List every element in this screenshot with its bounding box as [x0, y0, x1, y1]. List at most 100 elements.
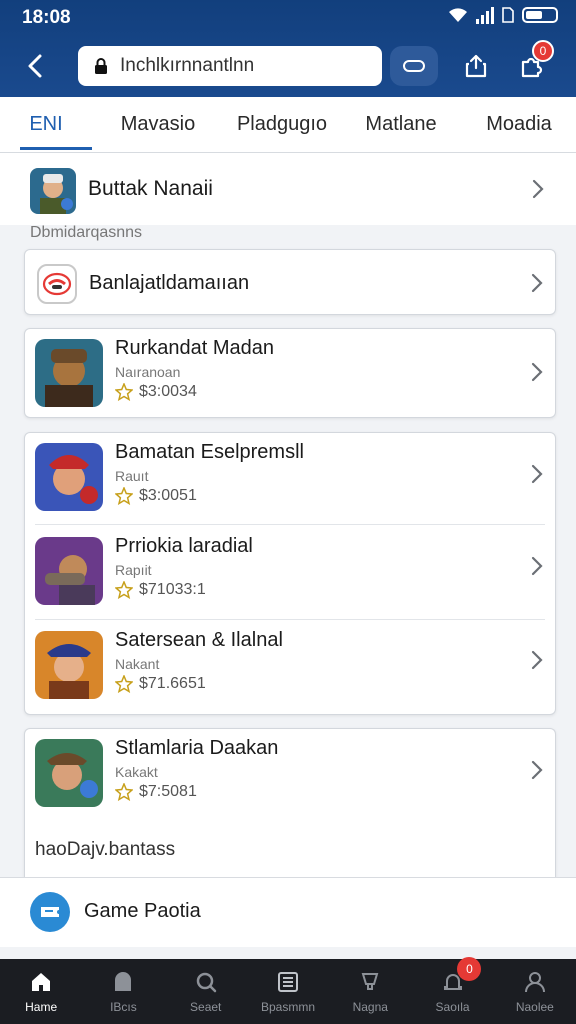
game-price: $7:5081 — [139, 783, 197, 800]
tab-pladgugio[interactable]: Pladgugıo — [224, 97, 340, 152]
star-icon — [115, 383, 133, 401]
game-icon — [35, 339, 103, 407]
sim-icon — [502, 7, 514, 23]
game-list-item[interactable]: Stlamlaria Daakan Kakakt $7:5081 — [25, 729, 555, 823]
nav-search[interactable]: Seaet — [165, 959, 247, 1024]
chevron-right-icon — [531, 464, 543, 484]
nav-badge: 0 — [457, 957, 482, 981]
game-rating: $3:0034 — [115, 383, 197, 401]
divider — [35, 619, 545, 620]
game-price: $3:0051 — [139, 487, 197, 504]
game-subtitle: Nakant — [115, 656, 160, 672]
single-row-title: Banlajatldamaııan — [89, 272, 250, 294]
game-list-item[interactable]: Rurkandat Madan Naıranoan $3:0034 — [25, 329, 555, 423]
tabs-icon — [403, 60, 425, 72]
tab-eni[interactable]: ENI — [0, 97, 92, 152]
nav-label: Naolee — [515, 1000, 554, 1014]
game-subtitle: Kakakt — [115, 764, 158, 780]
chevron-right-icon — [531, 362, 543, 382]
status-time: 18:08 — [22, 7, 71, 28]
wifi-icon — [449, 8, 467, 22]
game-title: Satersean & Ilalnal — [115, 629, 283, 651]
status-bar: 18:08 — [0, 0, 576, 34]
star-icon — [115, 675, 133, 693]
chevron-right-icon — [531, 273, 543, 293]
url-bar[interactable]: Inchlkırnnantlnn — [78, 46, 382, 86]
game-rating: $7:5081 — [115, 783, 197, 801]
star-icon — [115, 783, 133, 801]
notification-badge: 0 — [532, 40, 554, 62]
promo-title: Game Paotia — [84, 900, 201, 922]
game-subtitle: Naıranoan — [115, 364, 181, 380]
share-button[interactable] — [458, 48, 494, 84]
home-icon — [28, 969, 54, 995]
chevron-right-icon — [531, 650, 543, 670]
status-icons — [448, 6, 558, 24]
nav-label: IBcıs — [110, 1000, 137, 1014]
single-row-card[interactable]: Banlajatldamaııan — [24, 249, 556, 315]
tab-mavasio[interactable]: Mavasio — [92, 97, 224, 152]
game-card-group-2: Bamatan Eselpremsll Rauıt $3:0051 Prriok… — [24, 432, 556, 715]
nav-label: Saoıla — [435, 1000, 470, 1014]
featured-row[interactable]: Buttak Nanaii — [0, 153, 576, 225]
chevron-right-icon — [531, 556, 543, 576]
nav-home[interactable]: Hame — [0, 959, 82, 1024]
store-icon — [110, 969, 136, 995]
game-icon — [35, 739, 103, 807]
section-label: Dbmidarqasnns — [30, 224, 143, 241]
card-footer-link[interactable]: haoDajv.bantass — [35, 839, 175, 861]
nav-label: Nagna — [352, 1000, 388, 1014]
game-list-item[interactable]: Satersean & Ilalnal Nakant $71.6651 — [25, 621, 555, 715]
profile-icon — [522, 969, 548, 995]
star-icon — [115, 487, 133, 505]
share-icon — [465, 54, 487, 78]
game-title: Rurkandat Madan — [115, 337, 274, 359]
nav-list[interactable]: Bpasmmn — [247, 959, 329, 1024]
game-card-group-1: Rurkandat Madan Naıranoan $3:0034 — [24, 328, 556, 418]
chevron-right-icon — [532, 179, 544, 199]
game-title: Stlamlaria Daakan — [115, 737, 279, 759]
extensions-button[interactable]: 0 — [512, 40, 554, 84]
game-subtitle: Rapıit — [115, 562, 152, 578]
nav-label: Bpasmmn — [260, 1000, 315, 1014]
game-card-group-3: Stlamlaria Daakan Kakakt $7:5081 haoDajv… — [24, 728, 556, 888]
url-text: Inchlkırnnantlnn — [120, 55, 255, 76]
game-subtitle: Rauıt — [115, 468, 149, 484]
trophy-icon — [357, 969, 383, 995]
lock-icon — [95, 58, 107, 74]
tabs-button[interactable] — [390, 46, 438, 86]
game-list-item[interactable]: Prriokia laradial Rapıit $71033:1 — [25, 527, 555, 621]
promo-row[interactable]: Game Paotia — [0, 877, 576, 947]
game-icon — [35, 631, 103, 699]
chevron-right-icon — [531, 760, 543, 780]
main-content: Buttak Nanaii Dbmidarqasnns Banlajatldam… — [0, 153, 576, 888]
signal-icon — [476, 6, 494, 24]
tab-matlane[interactable]: Matlane — [340, 97, 462, 152]
list-icon — [275, 969, 301, 995]
game-title: Bamatan Eselpremsll — [115, 441, 304, 463]
search-icon — [193, 969, 219, 995]
game-price: $71033:1 — [139, 581, 206, 598]
category-tabs: ENI Mavasio Pladgugıo Matlane Moadia — [0, 97, 576, 153]
nav-notifications[interactable]: 0 Saoıla — [411, 957, 493, 1024]
game-list-item[interactable]: Bamatan Eselpremsll Rauıt $3:0051 — [25, 433, 555, 527]
featured-title: Buttak Nanaii — [88, 177, 213, 200]
game-title: Prriokia laradial — [115, 535, 253, 557]
tab-moadia[interactable]: Moadia — [462, 97, 576, 152]
game-rating: $3:0051 — [115, 487, 197, 505]
game-icon — [35, 443, 103, 511]
game-price: $71.6651 — [139, 675, 206, 692]
phone-icon — [37, 264, 77, 304]
nav-store[interactable]: IBcıs — [82, 959, 164, 1024]
battery-icon — [522, 7, 558, 23]
bottom-navigation: Hame IBcıs Seaet Bpasmmn Nagna 0 Saoıla … — [0, 957, 576, 1024]
back-icon[interactable] — [18, 48, 54, 84]
nav-label: Seaet — [190, 1000, 222, 1014]
game-rating: $71.6651 — [115, 675, 206, 693]
nav-profile[interactable]: Naolee — [494, 959, 576, 1024]
nav-label: Hame — [25, 1000, 58, 1014]
nav-trophy[interactable]: Nagna — [329, 959, 411, 1024]
game-rating: $71033:1 — [115, 581, 206, 599]
app-header: 18:08 Inchlkırnnantlnn 0 — [0, 0, 576, 97]
divider — [35, 524, 545, 525]
